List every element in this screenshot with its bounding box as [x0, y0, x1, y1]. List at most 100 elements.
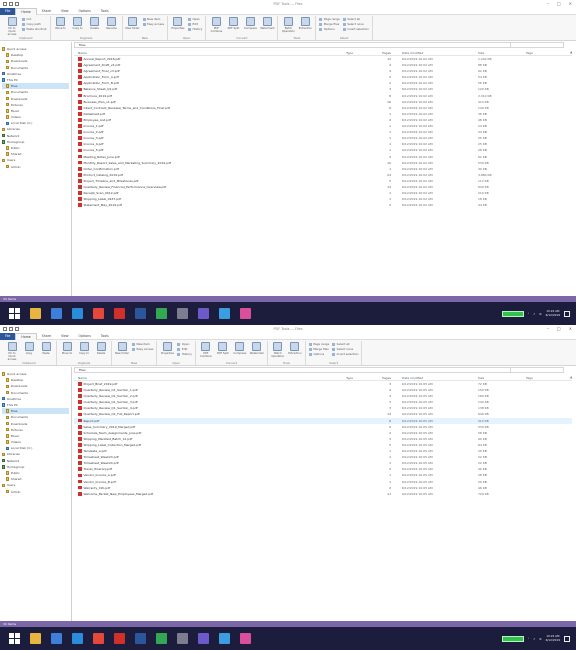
search-input[interactable]: [510, 42, 564, 48]
column-date-modified[interactable]: Date modified: [394, 375, 472, 380]
scroll-up-icon[interactable]: ▲: [570, 50, 574, 54]
address-bar[interactable]: Files: [74, 367, 564, 373]
pdf-combine-button[interactable]: PDF Combine: [199, 342, 213, 358]
merge-files-button[interactable]: Merge files: [319, 22, 339, 26]
tab-view[interactable]: View: [56, 8, 74, 15]
invert-selection-button[interactable]: Invert selection: [332, 352, 359, 356]
page-range-button[interactable]: Page range: [319, 17, 340, 21]
mail-app-icon[interactable]: [72, 633, 83, 644]
volume-icon[interactable]: ♪: [533, 312, 535, 316]
new-folder-button[interactable]: New folder: [126, 17, 140, 30]
mail-app-icon[interactable]: [72, 308, 83, 319]
pdf-combine-button[interactable]: PDF Combine: [209, 17, 223, 33]
media-app-icon[interactable]: [156, 633, 167, 644]
batch-operation-button[interactable]: Batch Operation: [281, 17, 295, 33]
explorer-app-icon[interactable]: [30, 633, 41, 644]
settings-app-icon[interactable]: [177, 633, 188, 644]
nav-item[interactable]: Admin: [2, 164, 69, 170]
column-date-modified[interactable]: Date modified: [394, 50, 472, 55]
delete-button[interactable]: Delete: [94, 342, 108, 355]
select-all-button[interactable]: Select all: [343, 17, 369, 21]
pdf-split-button[interactable]: PDF Split: [226, 17, 240, 30]
search-input[interactable]: [510, 367, 564, 373]
volume-icon[interactable]: ♪: [533, 637, 535, 641]
chevron-up-icon[interactable]: ˄: [528, 312, 530, 316]
copy-button[interactable]: Copy: [22, 342, 36, 355]
wifi-icon[interactable]: ≋: [539, 637, 542, 641]
file-row[interactable]: Welcome_Packet_New_Employees_Merged.pdf 1…: [74, 491, 572, 497]
open-button[interactable]: Open: [188, 17, 202, 21]
history-button[interactable]: History: [177, 352, 192, 356]
notification-icon[interactable]: [564, 635, 570, 642]
easy-access-button[interactable]: Easy access: [132, 347, 154, 351]
scroll-up-icon[interactable]: ▲: [570, 375, 574, 379]
wifi-icon[interactable]: ≋: [539, 312, 542, 316]
compress-button[interactable]: Compress: [233, 342, 247, 355]
settings-app-icon[interactable]: [177, 308, 188, 319]
copy-path-button[interactable]: Copy path: [22, 22, 47, 26]
cut-button[interactable]: Cut: [22, 17, 47, 21]
clock[interactable]: 10:24 AM 6/12/2019: [546, 634, 560, 642]
rename-button[interactable]: Rename: [105, 17, 119, 30]
options-button[interactable]: Options: [319, 27, 339, 31]
column-pages[interactable]: Pages: [356, 375, 394, 380]
select-all-button[interactable]: Select all: [332, 342, 358, 346]
column-type[interactable]: Type: [314, 375, 356, 380]
batch-operation-button[interactable]: Batch Operation: [271, 342, 285, 358]
store-app-icon[interactable]: [93, 308, 104, 319]
watermark-button[interactable]: Watermark: [250, 342, 264, 355]
address-bar[interactable]: Files: [74, 42, 564, 48]
page-range-button[interactable]: Page range: [309, 342, 329, 346]
move-to-button[interactable]: Move to: [60, 342, 74, 355]
tab-share[interactable]: Share: [37, 333, 56, 340]
maximize-icon[interactable]: □: [557, 1, 561, 6]
terminal-app-icon[interactable]: [240, 633, 251, 644]
tab-tools[interactable]: Tools: [96, 333, 114, 340]
watermark-button[interactable]: Watermark: [260, 17, 275, 30]
compress-button[interactable]: Compress: [243, 17, 257, 30]
tab-view[interactable]: View: [56, 333, 74, 340]
file-row[interactable]: Statement_May_2019.pdf 2 6/12/2019 10:02 A…: [74, 202, 572, 208]
history-button[interactable]: History: [188, 27, 202, 31]
pdf-app-icon[interactable]: [114, 633, 125, 644]
battery-icon[interactable]: [501, 310, 524, 317]
edge-app-icon[interactable]: [219, 633, 230, 644]
pdf-split-button[interactable]: PDF Split: [216, 342, 230, 355]
edge-app-icon[interactable]: [219, 308, 230, 319]
column-tags[interactable]: Tags: [522, 375, 572, 380]
tab-file[interactable]: File: [0, 332, 16, 340]
close-icon[interactable]: ×: [569, 1, 572, 6]
word-app-icon[interactable]: [135, 633, 146, 644]
pdf-app-icon[interactable]: [114, 308, 125, 319]
terminal-app-icon[interactable]: [240, 308, 251, 319]
nav-item[interactable]: Admin: [2, 489, 69, 495]
new-item-button[interactable]: New item: [132, 342, 153, 346]
tab-home[interactable]: Home: [15, 332, 37, 340]
edit-button[interactable]: Edit: [177, 347, 191, 351]
minimize-icon[interactable]: –: [547, 326, 549, 331]
new-item-button[interactable]: New item: [143, 17, 164, 21]
notification-icon[interactable]: [564, 310, 570, 317]
word-app-icon[interactable]: [135, 308, 146, 319]
tab-tools[interactable]: Tools: [96, 8, 114, 15]
extraction-button[interactable]: Extraction: [288, 342, 302, 355]
tab-file[interactable]: File: [0, 7, 16, 15]
start-button[interactable]: [9, 308, 20, 319]
browser-app-icon[interactable]: [51, 633, 62, 644]
edit-button[interactable]: Edit: [188, 22, 202, 26]
chevron-up-icon[interactable]: ˄: [528, 637, 530, 641]
extraction-button[interactable]: Extraction: [298, 17, 312, 30]
select-none-button[interactable]: Select none: [332, 347, 358, 351]
new-folder-button[interactable]: New folder: [115, 342, 129, 355]
options-button[interactable]: Options: [309, 352, 329, 356]
column-name[interactable]: Name: [74, 375, 314, 380]
photos-app-icon[interactable]: [198, 633, 209, 644]
properties-button[interactable]: Properties: [171, 17, 185, 30]
clock[interactable]: 10:24 AM 6/12/2019: [546, 309, 560, 317]
tab-options[interactable]: Options: [74, 8, 96, 15]
delete-button[interactable]: Delete: [88, 17, 102, 30]
tab-share[interactable]: Share: [37, 8, 56, 15]
easy-access-button[interactable]: Easy access: [143, 22, 164, 26]
merge-files-button[interactable]: Merge files: [309, 347, 329, 351]
invert-selection-button[interactable]: Invert selection: [343, 27, 369, 31]
